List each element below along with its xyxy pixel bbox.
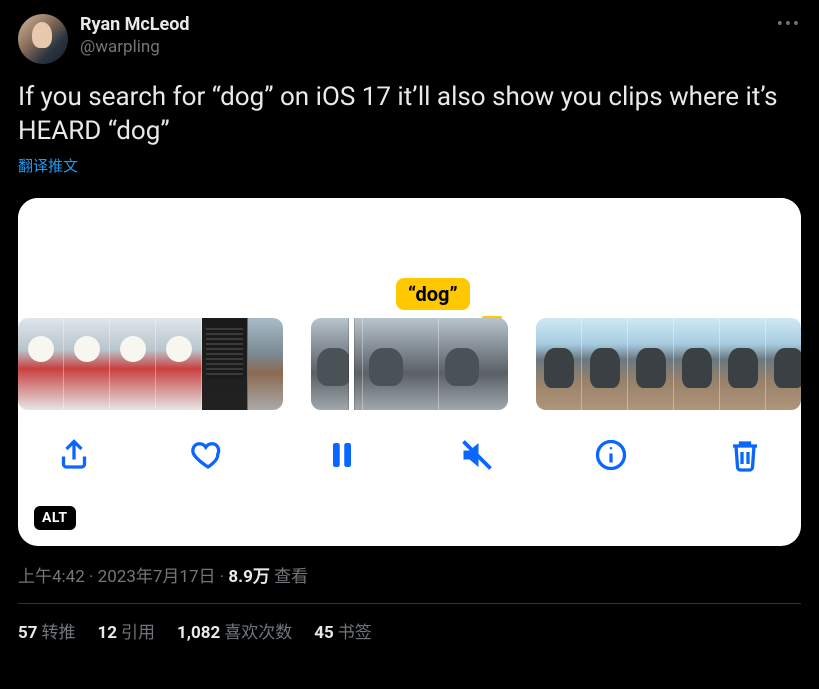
video-thumbnail <box>720 318 766 410</box>
author-block[interactable]: Ryan McLeod @warpling <box>80 14 190 58</box>
video-thumbnail <box>628 318 674 410</box>
mute-icon[interactable] <box>459 437 495 473</box>
tweet-text: If you search for “dog” on iOS 17 it’ll … <box>18 80 801 149</box>
trash-icon[interactable] <box>727 437 763 473</box>
video-thumbnail <box>248 318 283 410</box>
alt-badge[interactable]: ALT <box>34 506 76 530</box>
video-thumbnail <box>110 318 156 410</box>
likes-stat[interactable]: 1,082喜欢次数 <box>177 618 292 643</box>
more-options-button[interactable]: ••• <box>777 14 801 35</box>
avatar[interactable] <box>18 14 68 64</box>
video-thumbnail <box>582 318 628 410</box>
author-display-name: Ryan McLeod <box>80 14 190 36</box>
share-icon[interactable] <box>56 437 92 473</box>
tweet-date[interactable]: 2023年7月17日 <box>98 567 216 587</box>
video-thumbnail <box>311 318 363 410</box>
tweet-header: Ryan McLeod @warpling <box>18 14 801 64</box>
video-thumbnail <box>536 318 582 410</box>
clip-group-1[interactable] <box>18 318 283 410</box>
video-thumbnail <box>674 318 720 410</box>
divider <box>18 603 801 604</box>
media-top-area: “dog” <box>18 198 801 318</box>
bookmarks-stat[interactable]: 45书签 <box>314 618 372 643</box>
video-thumbnail <box>156 318 202 410</box>
retweets-stat[interactable]: 57转推 <box>18 618 76 643</box>
author-handle: @warpling <box>80 36 190 58</box>
view-count: 8.9万 <box>228 567 269 587</box>
clip-group-2[interactable] <box>311 318 507 410</box>
view-label: 查看 <box>274 567 308 587</box>
clip-group-3[interactable] <box>536 318 801 410</box>
video-filmstrip[interactable] <box>18 318 801 410</box>
pause-icon[interactable] <box>324 437 360 473</box>
tweet-meta: 上午4:42 · 2023年7月17日 · 8.9万 查看 <box>18 562 801 587</box>
quotes-stat[interactable]: 12引用 <box>98 618 156 643</box>
translate-link[interactable]: 翻译推文 <box>18 155 78 176</box>
tweet-container: ••• Ryan McLeod @warpling If you search … <box>0 0 819 653</box>
video-thumbnail <box>439 318 507 410</box>
playhead[interactable] <box>349 318 354 410</box>
video-thumbnail <box>766 318 801 410</box>
info-icon[interactable] <box>593 437 629 473</box>
video-thumbnail <box>363 318 439 410</box>
video-thumbnail <box>64 318 110 410</box>
video-thumbnail <box>18 318 64 410</box>
heart-icon[interactable] <box>190 437 226 473</box>
search-highlight-tag: “dog” <box>396 278 470 310</box>
media-toolbar <box>18 410 801 500</box>
media-attachment[interactable]: “dog” <box>18 198 801 546</box>
tweet-stats: 57转推 12引用 1,082喜欢次数 45书签 <box>18 618 801 643</box>
video-thumbnail <box>202 318 248 410</box>
tweet-time[interactable]: 上午4:42 <box>18 567 85 587</box>
